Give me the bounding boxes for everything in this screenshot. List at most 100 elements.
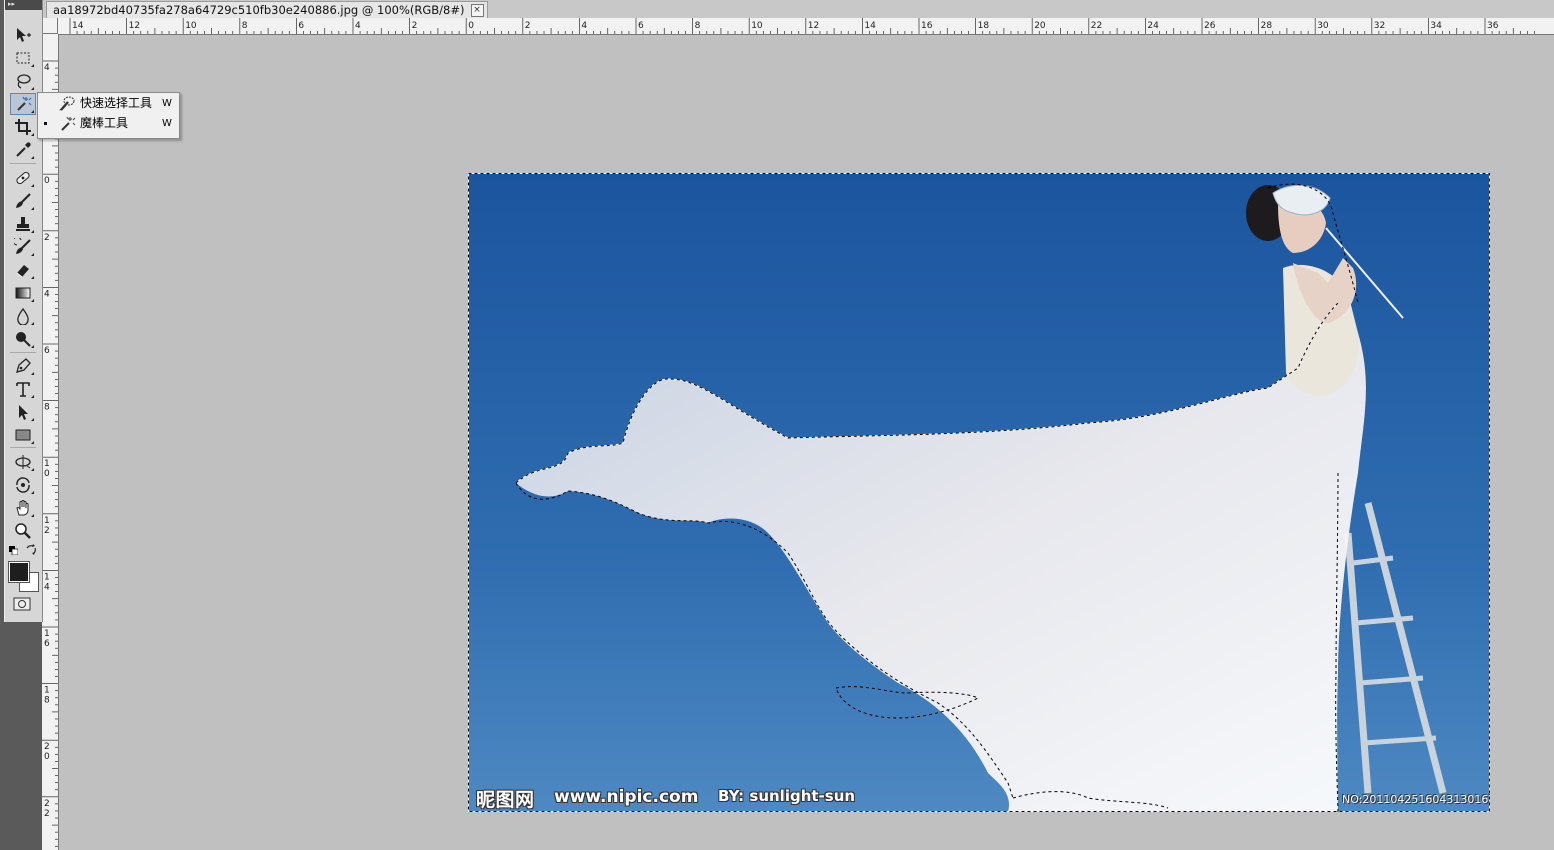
dodge-tool-button[interactable] xyxy=(11,328,35,349)
ruler-label: 6 xyxy=(298,21,304,31)
ruler-label: 6 xyxy=(44,639,50,649)
document-tab[interactable]: aa18972bd40735fa278a64729c510fb30e240886… xyxy=(46,1,488,18)
ruler-label: 2 xyxy=(412,21,418,31)
ruler-label: 1 xyxy=(44,459,50,469)
ruler-label: 22 xyxy=(1091,21,1102,31)
ruler-label: 28 xyxy=(1261,21,1273,31)
ruler-label: 34 xyxy=(1430,21,1442,31)
watermark-url: www.nipic.com xyxy=(554,787,699,807)
marquee-tool-button[interactable] xyxy=(11,47,35,68)
toolbox-grip[interactable]: ▸▸ xyxy=(5,0,42,10)
horizontal-ruler[interactable]: 14 12 10 8 6 4 2 0 2 4 6 8 10 12 14 16 18 20 22 24 26 28 30 32 3… xyxy=(58,18,1554,35)
pen-icon xyxy=(16,357,31,373)
flyout-item-label: 魔棒工具 xyxy=(80,116,129,130)
watermark-author: BY: sunlight-sun xyxy=(718,787,856,805)
ruler-label: 8 xyxy=(695,21,701,31)
close-icon[interactable]: × xyxy=(470,4,484,17)
foreground-color-swatch[interactable] xyxy=(8,561,30,583)
stamp-icon xyxy=(16,216,30,231)
ruler-label: 2 xyxy=(44,526,50,536)
ruler-label: 0 xyxy=(44,469,50,479)
ruler-label: 14 xyxy=(72,21,84,31)
ruler-label: 0 xyxy=(44,176,50,186)
ruler-label: 14 xyxy=(864,21,876,31)
move-tool-button[interactable] xyxy=(11,24,35,45)
eraser-tool-button[interactable] xyxy=(11,259,35,280)
flyout-item-shortcut: W xyxy=(162,118,172,129)
ruler-label: 2 xyxy=(44,742,50,752)
flyout-item-quick-selection[interactable]: 快速选择工具 W xyxy=(38,94,179,113)
crop-icon xyxy=(15,118,31,135)
3d-rotate-tool-button[interactable] xyxy=(11,451,35,472)
type-tool-button[interactable] xyxy=(11,378,35,399)
ruler-label: 16 xyxy=(921,21,933,31)
brush-tool-button[interactable] xyxy=(11,190,35,211)
ruler-label: 36 xyxy=(1487,21,1499,31)
ruler-label: 8 xyxy=(242,21,248,31)
blur-tool-button[interactable] xyxy=(11,305,35,326)
3d-orbit-tool-button[interactable] xyxy=(11,474,35,495)
quick-mask-icon[interactable] xyxy=(13,597,31,611)
ruler-label: 12 xyxy=(808,21,819,31)
type-icon xyxy=(16,381,30,397)
ruler-label: 6 xyxy=(44,346,50,356)
watermark-brand: 昵图网 xyxy=(476,789,535,811)
toolbox-separator xyxy=(10,352,36,353)
arrow-icon xyxy=(19,404,28,420)
ruler-label: 30 xyxy=(1317,21,1329,31)
ruler-label: 1 xyxy=(44,516,50,526)
rectangle-icon xyxy=(15,429,31,440)
3d-rotate-icon xyxy=(15,454,31,469)
3d-orbit-icon xyxy=(16,476,30,493)
history-brush-icon xyxy=(14,237,31,254)
vertical-ruler[interactable]: 420246810121416182022 xyxy=(42,34,59,850)
history-brush-tool-button[interactable] xyxy=(11,236,35,257)
healing-brush-tool-button[interactable] xyxy=(11,167,35,188)
pen-tool-button[interactable] xyxy=(11,355,35,376)
ruler-label: 1 xyxy=(44,629,50,639)
brush-icon xyxy=(16,192,31,208)
eyedropper-tool-button[interactable] xyxy=(11,139,35,160)
ruler-label: 2 xyxy=(44,809,50,819)
magic-wand-tool-button[interactable] xyxy=(10,93,36,115)
ruler-label: 24 xyxy=(1147,21,1159,31)
zoom-tool-button[interactable] xyxy=(11,520,35,541)
lasso-icon xyxy=(17,73,31,89)
hand-tool-button[interactable] xyxy=(11,497,35,518)
clone-stamp-tool-button[interactable] xyxy=(11,213,35,234)
photo-artwork xyxy=(468,173,1490,812)
lasso-tool-button[interactable] xyxy=(11,70,35,91)
ruler-label: 32 xyxy=(1374,21,1385,31)
ruler-label: 2 xyxy=(44,799,50,809)
ruler-label: 4 xyxy=(44,582,50,592)
ruler-label: 10 xyxy=(751,21,763,31)
ruler-label: 18 xyxy=(978,21,990,31)
ruler-label: 2 xyxy=(525,21,531,31)
document-tab-bar: aa18972bd40735fa278a64729c510fb30e240886… xyxy=(42,0,1554,19)
ruler-label: 4 xyxy=(581,21,587,31)
ruler-label: 2 xyxy=(44,233,50,243)
zoom-icon xyxy=(15,522,31,539)
default-colors-icon[interactable] xyxy=(9,546,18,555)
flyout-item-label: 快速选择工具 xyxy=(80,96,153,110)
ruler-label: 4 xyxy=(44,63,50,73)
ruler-label: 10 xyxy=(185,21,197,31)
ruler-label: 12 xyxy=(129,21,140,31)
selected-bullet-icon xyxy=(44,122,47,125)
swap-colors-icon[interactable] xyxy=(25,544,37,556)
magic-wand-icon xyxy=(17,96,32,111)
gradient-tool-button[interactable] xyxy=(11,282,35,303)
rect-marquee-icon xyxy=(16,52,30,63)
ruler-origin[interactable] xyxy=(42,18,58,34)
tool-flyout-menu: 快速选择工具 W 魔棒工具 W xyxy=(37,92,180,139)
ruler-label: 26 xyxy=(1204,21,1216,31)
crop-tool-button[interactable] xyxy=(11,116,35,137)
hand-icon xyxy=(16,499,29,515)
document-canvas-image[interactable]: 昵图网 www.nipic.com BY: sunlight-sun NO:20… xyxy=(468,173,1490,812)
ruler-label: 4 xyxy=(355,21,361,31)
path-selection-tool-button[interactable] xyxy=(11,401,35,422)
ruler-label: 0 xyxy=(44,752,50,762)
flyout-item-magic-wand[interactable]: 魔棒工具 W xyxy=(38,114,179,133)
shape-tool-button[interactable] xyxy=(11,424,35,445)
eraser-icon xyxy=(16,264,29,277)
